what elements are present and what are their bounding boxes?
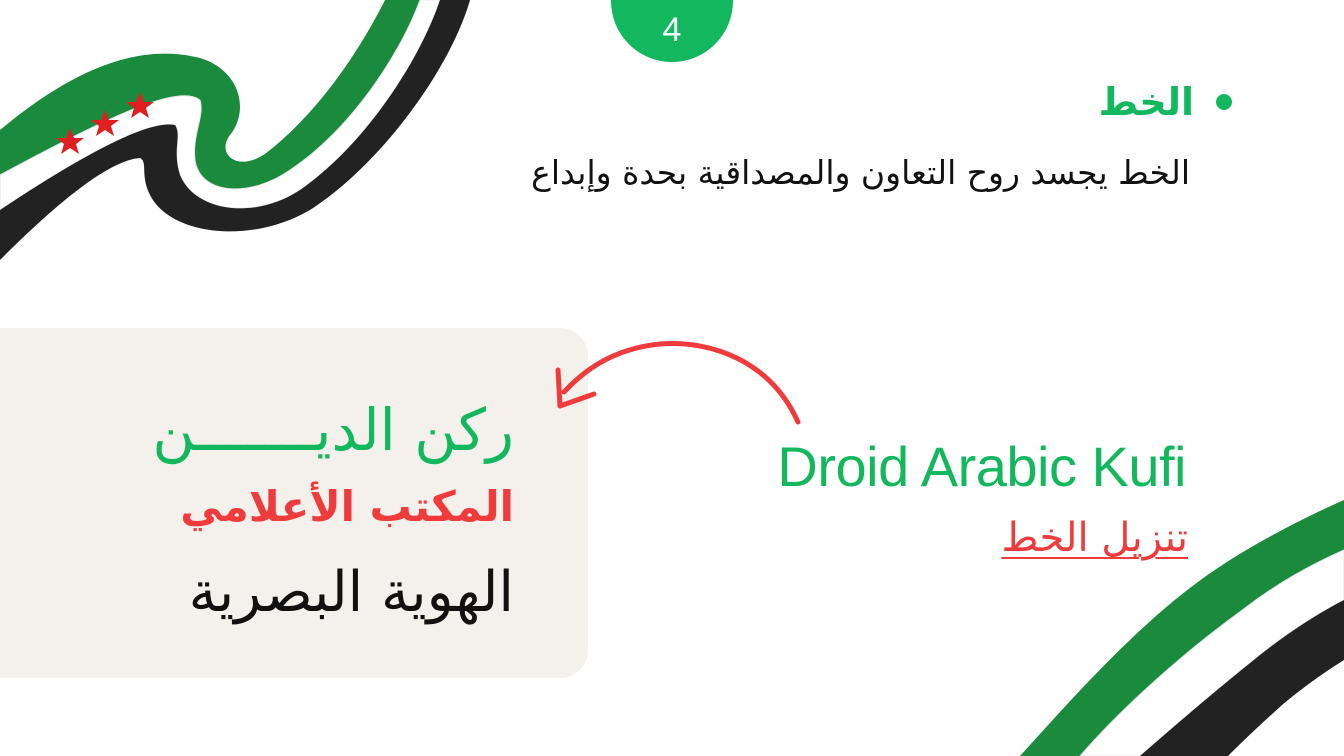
card-line-identity: الهوية البصرية (188, 560, 514, 625)
bullet-icon (1216, 94, 1232, 110)
page-number-badge: 4 (611, 0, 733, 62)
section-heading: الخط (1099, 78, 1232, 126)
card-line-office: المكتب الأعلامي (180, 482, 514, 531)
flag-ribbon-bottom-right (1020, 500, 1344, 756)
section-description: الخط يجسد روح التعاون والمصداقية بحدة وإ… (531, 153, 1190, 192)
flag-ribbon-top-left (0, 0, 470, 260)
curved-arrow-icon (555, 341, 801, 425)
page-number: 4 (662, 11, 682, 49)
card-line-title: ركن الديـــــــن (152, 396, 514, 464)
section-title: الخط (1098, 80, 1194, 124)
